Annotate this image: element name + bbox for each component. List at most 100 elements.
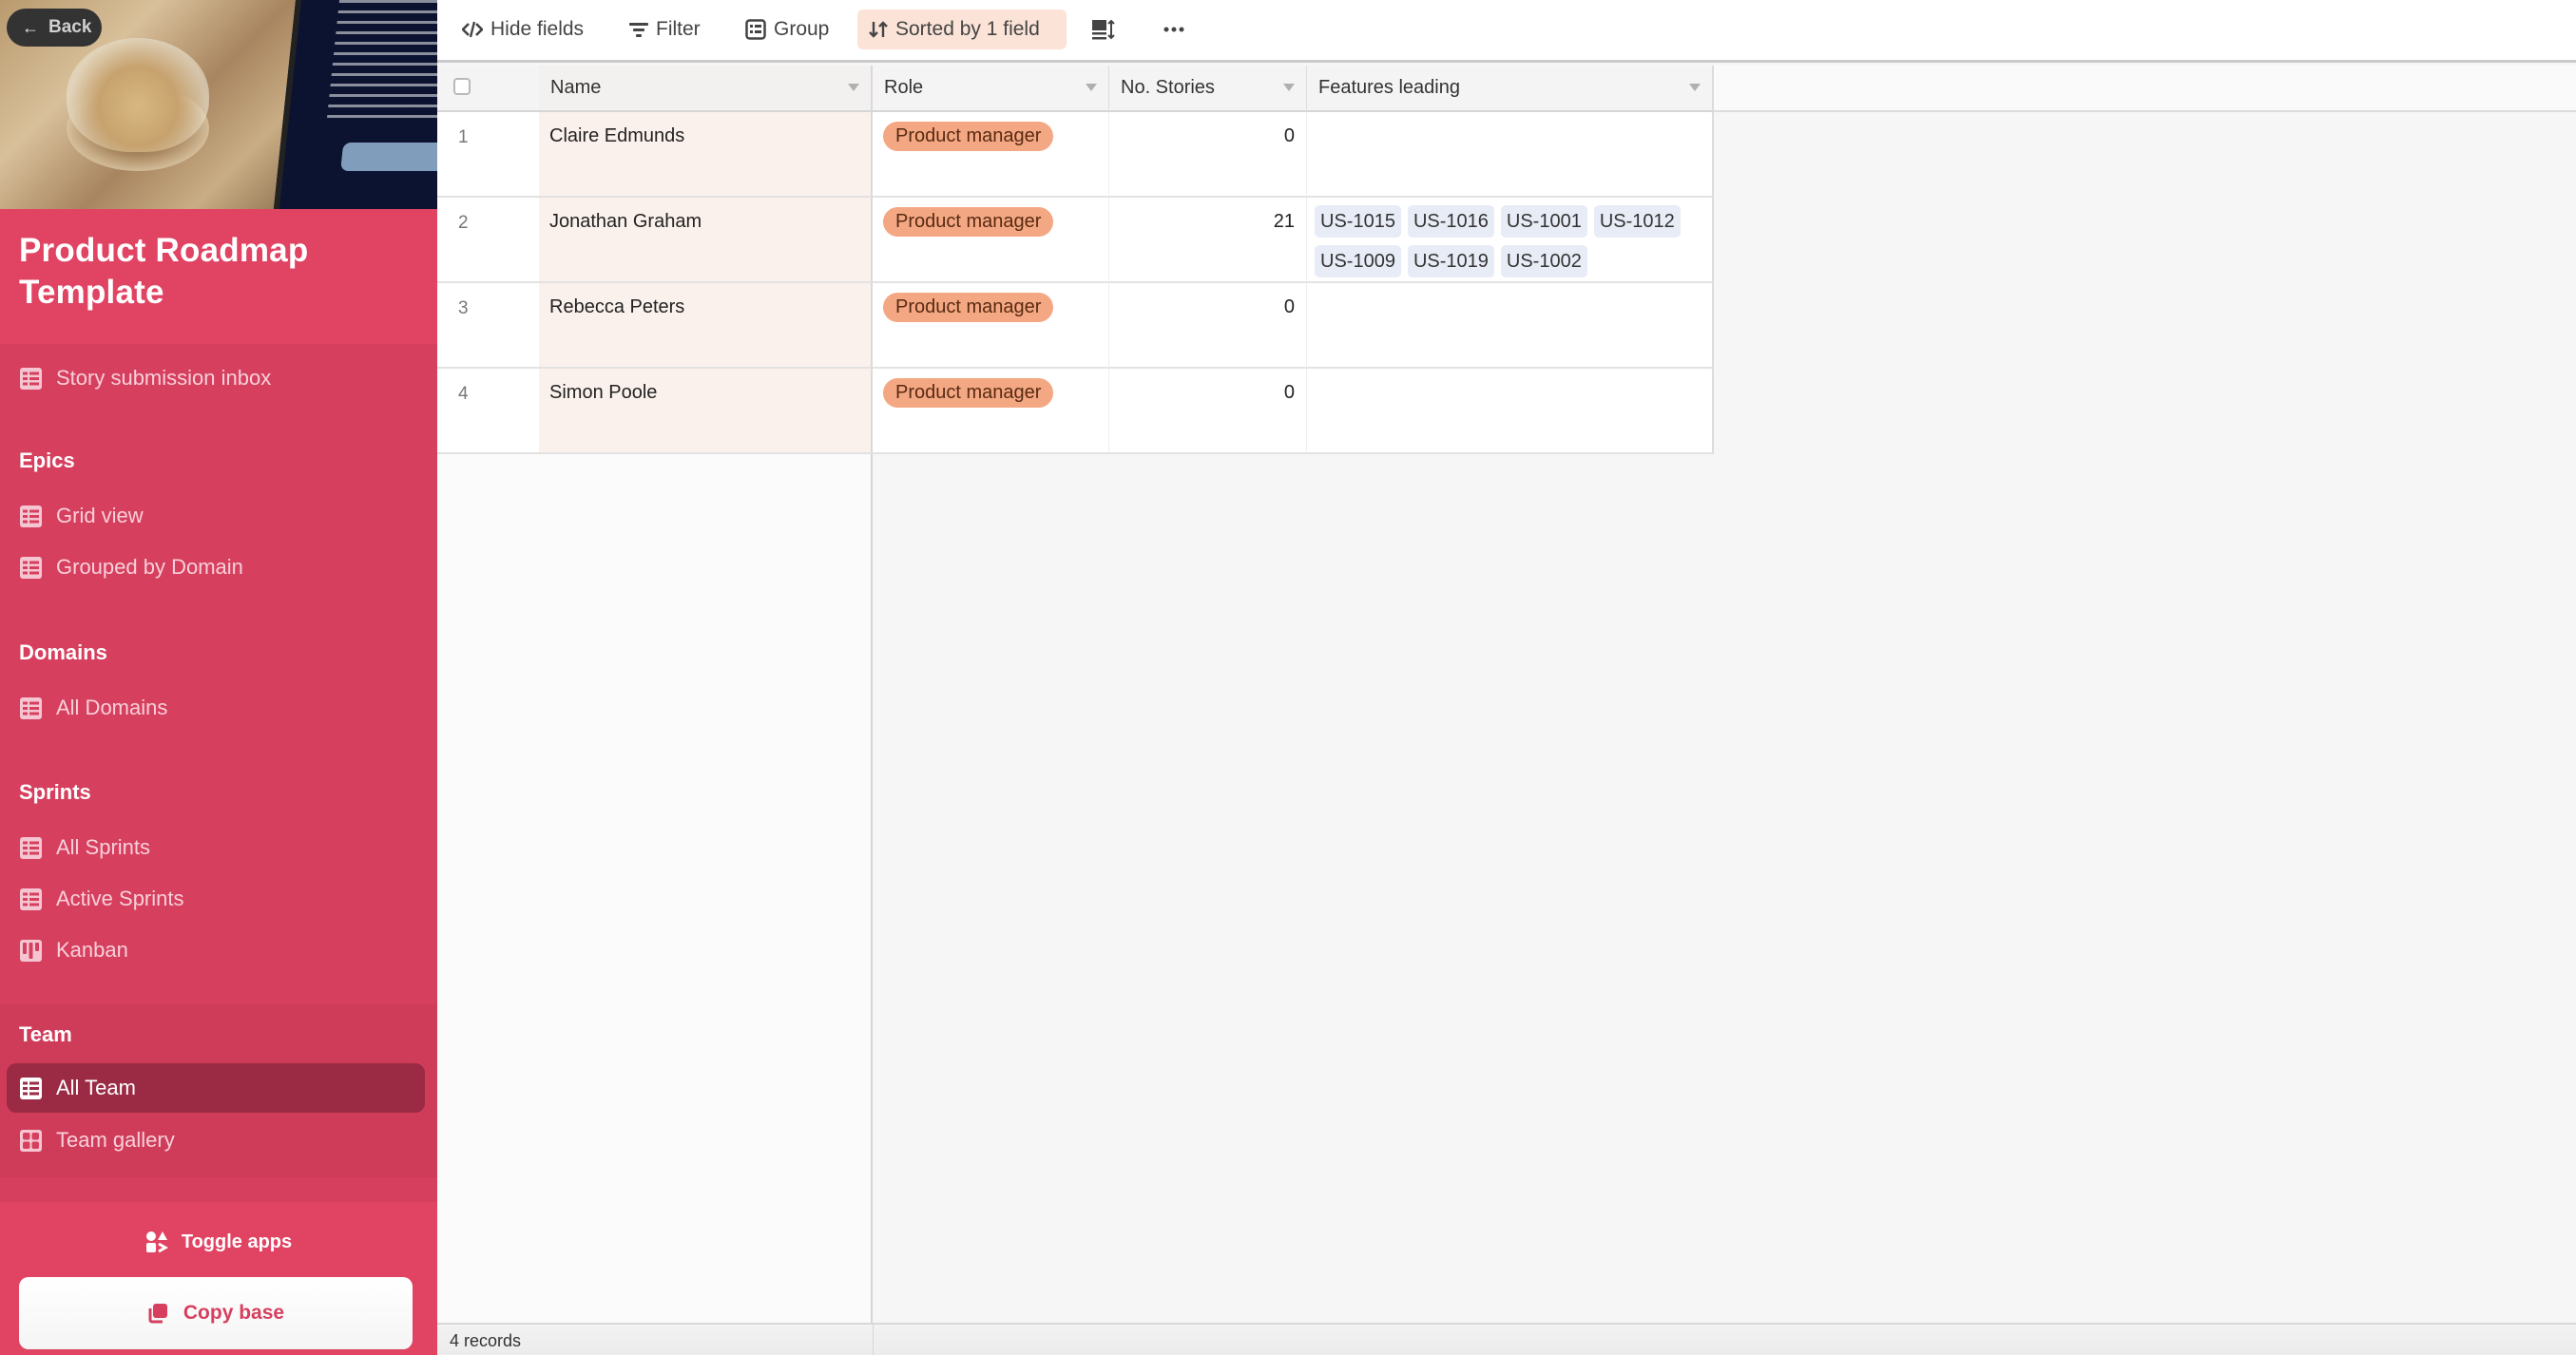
feature-chip[interactable]: US-1002	[1500, 245, 1587, 277]
row-number: 2	[437, 198, 539, 283]
filter-label: Filter	[656, 18, 701, 40]
select-all-checkbox[interactable]	[453, 78, 471, 95]
sidebar-item-kanban[interactable]: Kanban	[7, 926, 425, 975]
view-toolbar: Hide fields Filter Group Sorted by 1 fie…	[437, 0, 2576, 63]
grid-icon	[20, 556, 42, 579]
cell-features-leading[interactable]	[1307, 369, 1714, 454]
cell-no-stories[interactable]: 0	[1109, 283, 1307, 369]
sidebar-item-grouped-by-domain[interactable]: Grouped by Domain	[7, 543, 425, 592]
cell-no-stories[interactable]: 21	[1109, 198, 1307, 283]
sidebar-item-label: All Domains	[56, 696, 168, 719]
sidebar-item-label: Story submission inbox	[56, 366, 272, 390]
sidebar-item-all-sprints[interactable]: All Sprints	[7, 823, 425, 872]
cell-features-leading[interactable]	[1307, 112, 1714, 198]
cell-name[interactable]: Claire Edmunds	[539, 112, 873, 198]
sort-label: Sorted by 1 field	[895, 18, 1040, 40]
chevron-down-icon[interactable]	[1283, 84, 1295, 91]
sort-icon	[869, 21, 888, 38]
filter-icon	[629, 23, 648, 37]
grid-icon	[20, 836, 42, 859]
group-icon	[745, 19, 766, 40]
gallery-icon	[20, 1129, 42, 1152]
sidebar-footer: Toggle apps Copy base	[0, 1202, 437, 1355]
role-pill: Product manager	[883, 207, 1054, 237]
cell-role[interactable]: Product manager	[873, 369, 1109, 454]
hide-fields-button[interactable]: Hide fields	[451, 10, 595, 49]
sidebar-item-label: All Sprints	[56, 835, 151, 859]
role-pill: Product manager	[883, 122, 1054, 151]
cell-role[interactable]: Product manager	[873, 283, 1109, 369]
feature-chip[interactable]: US-1016	[1407, 205, 1494, 238]
base-title-band: Product Roadmap Template	[0, 209, 437, 344]
cell-features-leading[interactable]: US-1015 US-1016 US-1001 US-1012 US-1009 …	[1307, 198, 1714, 283]
toggle-apps-button[interactable]: Toggle apps	[0, 1223, 437, 1261]
sidebar-item-label: Active Sprints	[56, 887, 184, 910]
apps-icon	[145, 1231, 168, 1253]
feature-chip[interactable]: US-1001	[1500, 205, 1587, 238]
section-heading-domains: Domains	[19, 640, 107, 664]
cell-role[interactable]: Product manager	[873, 112, 1109, 198]
more-options-button[interactable]	[1152, 10, 1196, 49]
cell-name[interactable]: Simon Poole	[539, 369, 873, 454]
record-count: 4 records	[450, 1331, 522, 1350]
status-bar: 4 records	[437, 1323, 2576, 1355]
chevron-down-icon[interactable]	[1086, 84, 1097, 91]
cell-no-stories[interactable]: 0	[1109, 112, 1307, 198]
toggle-apps-label: Toggle apps	[181, 1231, 293, 1252]
row-number: 4	[437, 369, 539, 454]
sidebar-item-label: Grid view	[56, 504, 144, 527]
grid-icon	[20, 367, 42, 390]
group-button[interactable]: Group	[734, 10, 840, 49]
feature-chip[interactable]: US-1009	[1315, 245, 1401, 277]
row-number: 1	[437, 112, 539, 198]
hide-fields-icon	[462, 21, 483, 38]
sidebar-item-all-team[interactable]: All Team	[7, 1063, 425, 1113]
sidebar-item-grid-view[interactable]: Grid view	[7, 491, 425, 541]
grid-icon	[20, 697, 42, 719]
sidebar-item-all-domains[interactable]: All Domains	[7, 683, 425, 733]
group-label: Group	[774, 18, 830, 40]
cell-name[interactable]: Rebecca Peters	[539, 283, 873, 369]
base-cover-image: ← Back	[0, 0, 437, 209]
feature-chip[interactable]: US-1012	[1593, 205, 1681, 238]
more-icon	[1163, 27, 1184, 32]
section-heading-epics: Epics	[19, 448, 75, 472]
sidebar-item-team-gallery[interactable]: Team gallery	[7, 1116, 425, 1165]
cell-name[interactable]: Jonathan Graham	[539, 198, 873, 283]
sidebar-item-active-sprints[interactable]: Active Sprints	[7, 874, 425, 924]
feature-chip[interactable]: US-1015	[1315, 205, 1401, 238]
kanban-icon	[20, 939, 42, 962]
column-header-features-leading[interactable]: Features leading	[1307, 66, 1714, 112]
cell-no-stories[interactable]: 0	[1109, 369, 1307, 454]
grid-icon	[20, 887, 42, 910]
arrow-left-icon: ←	[22, 17, 39, 37]
column-header-no-stories[interactable]: No. Stories	[1109, 66, 1307, 112]
column-header-role[interactable]: Role	[873, 66, 1109, 112]
copy-icon	[148, 1304, 167, 1324]
sidebar-item-story-submission-inbox[interactable]: Story submission inbox	[7, 353, 425, 403]
row-height-button[interactable]	[1080, 10, 1127, 49]
filter-button[interactable]: Filter	[618, 10, 712, 49]
chevron-down-icon[interactable]	[848, 84, 859, 91]
feature-chip[interactable]: US-1019	[1407, 245, 1494, 277]
select-all-header	[437, 66, 539, 112]
main-area: Hide fields Filter Group Sorted by 1 fie…	[437, 0, 2576, 1355]
sort-button[interactable]: Sorted by 1 field	[857, 10, 1067, 49]
sidebar-item-label: Grouped by Domain	[56, 555, 243, 579]
base-title: Product Roadmap Template	[19, 232, 309, 311]
row-height-icon	[1092, 19, 1115, 40]
frozen-column-area	[437, 454, 873, 1323]
sidebar-item-label: Kanban	[56, 938, 128, 962]
role-pill: Product manager	[883, 378, 1054, 408]
hide-fields-label: Hide fields	[490, 18, 585, 40]
back-label: Back	[48, 17, 92, 37]
cell-features-leading[interactable]	[1307, 283, 1714, 369]
copy-base-button[interactable]: Copy base	[19, 1277, 413, 1349]
back-button[interactable]: ← Back	[7, 9, 102, 47]
cell-role[interactable]: Product manager	[873, 198, 1109, 283]
grid-icon	[20, 1077, 42, 1099]
chevron-down-icon[interactable]	[1689, 84, 1701, 91]
column-header-name[interactable]: Name	[539, 66, 873, 112]
sidebar: ← Back Product Roadmap Template Story su…	[0, 0, 437, 1355]
grid-icon	[20, 505, 42, 527]
